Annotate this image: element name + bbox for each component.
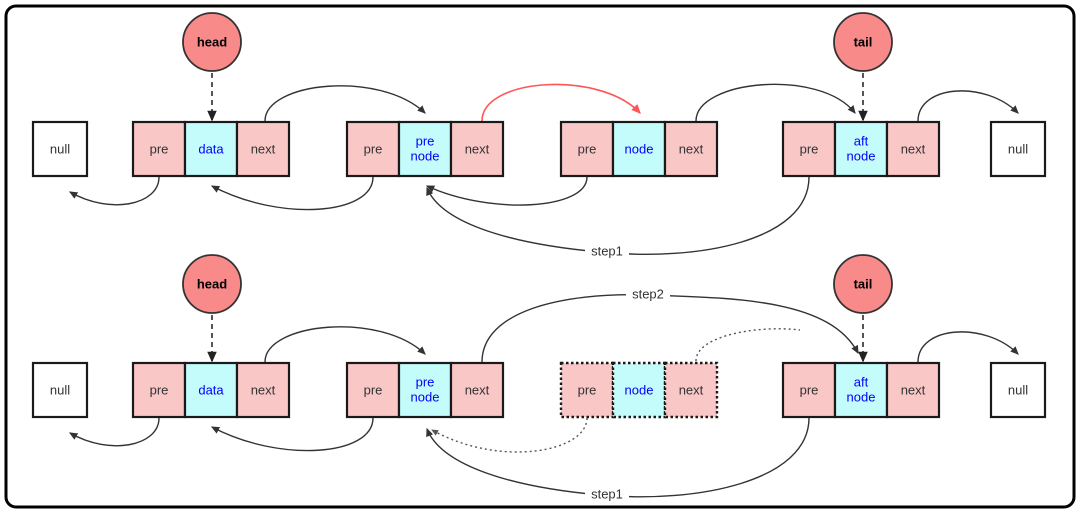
head-bottom-label: head (197, 276, 227, 291)
diagram-frame (4, 4, 1076, 509)
edge-top-prenode-next-to-node-red (481, 83, 641, 122)
diagram-canvas: step1 step2 step1 null null pre data next pre pr… (0, 0, 1080, 513)
cell-next-label: next (901, 382, 926, 397)
null-box-label: null (1008, 382, 1028, 397)
node-pre-bottom: pre pre node next (345, 361, 505, 419)
head-top-label: head (197, 34, 227, 49)
tail-top-pointer: tail (833, 12, 893, 122)
cell-pre-label: pre (364, 141, 383, 156)
tail-bottom-pointer: tail (833, 254, 893, 363)
edge-bottom-prenode-pre-to-data (210, 417, 374, 452)
null-box-label: null (50, 382, 70, 397)
cell-next-label: next (251, 382, 276, 397)
edge-top-node-pre-to-prenode (425, 176, 588, 206)
cell-pre-label: pre (364, 382, 383, 397)
step-label-text: step1 (591, 486, 623, 501)
cell-pre-label: pre (578, 141, 597, 156)
cell-next-label: next (251, 141, 276, 156)
edge-top-node-next-to-aftnode (695, 83, 856, 122)
cell-next-label: next (901, 141, 926, 156)
edge-bottom-data-pre-to-null (68, 417, 160, 447)
node-cur-bottom: pre node next (559, 361, 719, 419)
linked-list-diagram: step1step2step1 null nullpre data next pre pr… (4, 4, 1076, 509)
edge-bottom-removed-next-dangling (695, 328, 801, 362)
edge-bottom-prenode-next-to-aftnode-step2 (481, 294, 859, 363)
node-shape-layer: null nullpre data next pre pre node next pre node… (31, 12, 1047, 419)
cell-pre-label: pre (150, 382, 169, 397)
null-box-label: null (50, 141, 70, 156)
cell-pre-label: pre (800, 141, 819, 156)
null-left-bottom: null (31, 361, 89, 419)
node-pre-top: pre pre node next (345, 120, 505, 178)
cell-next-label: next (679, 382, 704, 397)
null-right-bottom: null (989, 361, 1047, 419)
edge-top-prenode-pre-to-data (210, 176, 374, 211)
head-bottom-pointer: head (182, 254, 242, 363)
step-label-group: step2 (626, 286, 670, 304)
step-label-group: step1 (585, 486, 629, 504)
cell-data-label: data (198, 141, 224, 156)
cell-next-label: next (679, 141, 704, 156)
cell-data-label: node (625, 382, 654, 397)
cell-data-label: node (625, 141, 654, 156)
cell-pre-label: pre (578, 382, 597, 397)
node-data-top: pre data next (131, 120, 291, 178)
node-aft-bottom: pre aft node next (781, 361, 941, 419)
cell-next-label: next (465, 382, 490, 397)
cell-pre-label: pre (800, 382, 819, 397)
edge-bottom-removed-pre-dangling (431, 417, 588, 453)
edge-bottom-aftnode-next-to-null (917, 331, 1019, 363)
node-data-bottom: pre data next (131, 361, 291, 419)
null-left-top: null (31, 120, 89, 178)
null-right-top: null (989, 120, 1047, 178)
edge-top-data-pre-to-null (68, 176, 160, 206)
head-top-pointer: head (182, 12, 242, 122)
step-label-group: step1 (585, 243, 629, 261)
edge-bottom-data-next-to-prenode (264, 326, 426, 363)
node-cur-top: pre node next (559, 120, 719, 178)
edge-bottom-aftnode-pre-to-prenode-step1 (426, 417, 810, 498)
edge-top-data-next-to-prenode (264, 85, 426, 122)
null-box-label: null (1008, 141, 1028, 156)
step-label-text: step2 (632, 286, 664, 301)
step-label-text: step1 (591, 243, 623, 258)
tail-bottom-label: tail (854, 276, 873, 291)
cell-pre-label: pre (150, 141, 169, 156)
edge-top-aftnode-next-to-null (917, 90, 1019, 122)
node-aft-top: pre aft node next (781, 120, 941, 178)
cell-next-label: next (465, 141, 490, 156)
cell-data-label: data (198, 382, 224, 397)
tail-top-label: tail (854, 34, 873, 49)
